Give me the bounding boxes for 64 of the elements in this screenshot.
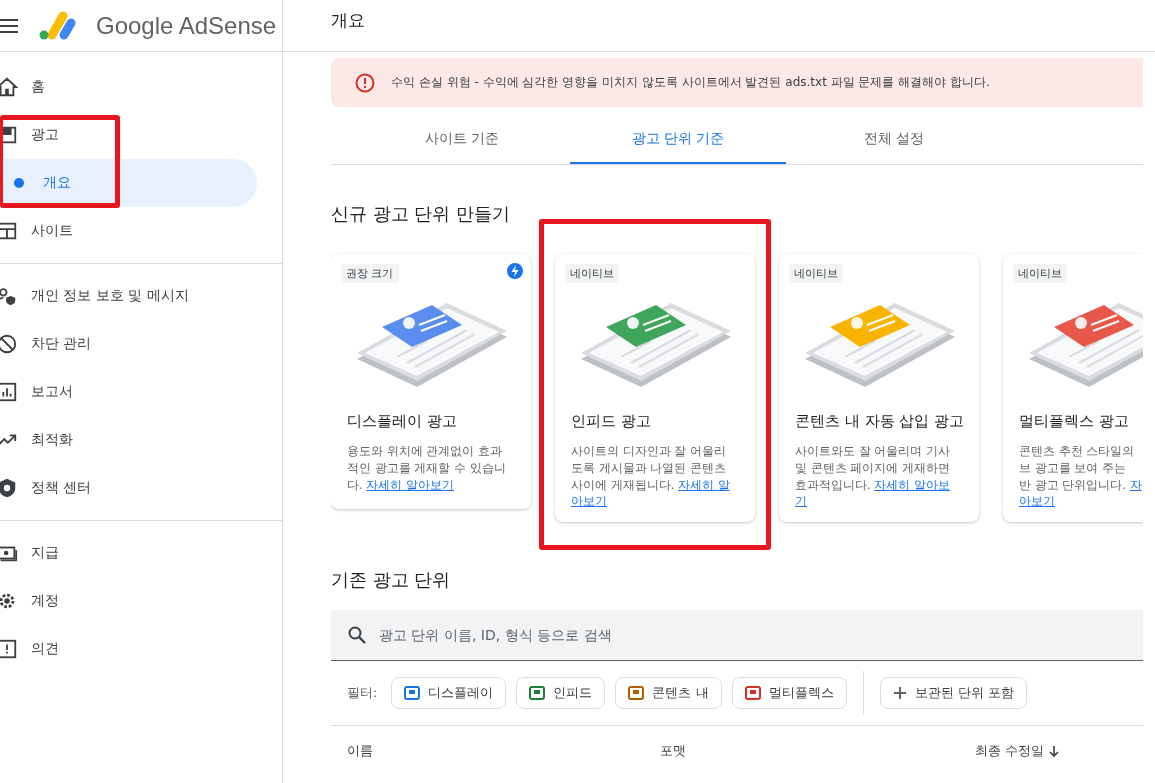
- nav-item[interactable]: 보고서: [0, 368, 282, 416]
- card-title: 인피드 광고: [571, 411, 652, 432]
- ad-type-card[interactable]: 네이티브 콘텐츠 내 자동 삽입 광고 사이트와도 잘 어울리며 기사 및 콘텐츠 페이지에 게재하면 효과적입니다. 자세히 알아보 기: [779, 254, 979, 522]
- column-header: 이름: [347, 742, 373, 758]
- layout-icon: [0, 220, 18, 242]
- learn-more-link[interactable]: 자세히 알아보: [874, 477, 950, 492]
- ad-box-icon: [0, 124, 18, 146]
- nav-item[interactable]: 정책 센터: [0, 464, 282, 512]
- block-icon: [0, 333, 18, 355]
- alert-text: 수익 손실 위험 - 수익에 심각한 영향을 미치지 않도록 사이트에서 발견된 ads.txt 파일 문제를 해결해야 합니다.: [391, 74, 990, 91]
- search-field[interactable]: 광고 단위 이름, ID, 형식 등으로 검색: [331, 609, 1143, 661]
- card-title: 멀티플렉스 광고: [1019, 411, 1130, 432]
- section-heading: 기존 광고 단위: [331, 567, 452, 592]
- menu-icon[interactable]: [0, 18, 18, 33]
- tab[interactable]: 사이트 기준: [354, 115, 570, 164]
- nav-item[interactable]: 계정: [0, 577, 282, 625]
- ad-type-card[interactable]: 네이티브 인피드 광고 사이트의 디자인과 잘 어울리 도록 게시물과 나열된 콘텐츠 사이에 게재됩니다. 자세히 알 아보기: [555, 254, 755, 522]
- ad-type-card[interactable]: 권장 크기 디스플레이 광고 용도와 위치에 관계없이 효과 적인 광고를 게재할 수 있습니 다. 자세히 알아보기: [331, 254, 531, 509]
- filter-chip[interactable]: 멀티플렉스: [731, 676, 847, 709]
- tab[interactable]: 전체 설정: [786, 115, 1002, 164]
- person-shield-icon: [0, 285, 18, 307]
- ad-type-card[interactable]: 네이티브 멀티플렉스 광고 콘텐츠 추천 스타일의 브 광고를 보여 주는 반 광고 단위입니다. 자 아보기: [1003, 254, 1143, 522]
- nav-item[interactable]: 홈: [0, 63, 282, 111]
- badge: 권장 크기: [341, 264, 399, 283]
- nav-item[interactable]: 지급: [0, 529, 282, 577]
- nav-item[interactable]: 사이트: [0, 207, 282, 255]
- tab[interactable]: 광고 단위 기준: [570, 115, 786, 164]
- badge: 네이티브: [565, 264, 619, 283]
- plus-icon: [892, 685, 907, 700]
- learn-more-link[interactable]: 기: [795, 494, 807, 509]
- nav-item[interactable]: 광고: [0, 111, 282, 159]
- learn-more-link[interactable]: 자: [1129, 477, 1142, 492]
- feedback-icon: [0, 638, 18, 660]
- learn-more-link[interactable]: 아보기: [571, 494, 607, 509]
- learn-more-link[interactable]: 자세히 알아보기: [366, 477, 454, 492]
- nav-item[interactable]: 최적화: [0, 416, 282, 464]
- filter-label: 필터:: [347, 683, 378, 702]
- card-description: 용도와 위치에 관계없이 효과 적인 광고를 게재할 수 있습니 다. 자세히 알아보기: [347, 443, 507, 494]
- archived-filter-chip[interactable]: 보관된 단위 포함: [879, 676, 1027, 709]
- logo-icon: [38, 10, 76, 41]
- home-icon: [0, 76, 18, 98]
- badge: 네이티브: [789, 264, 843, 283]
- page-title: 개요: [331, 9, 365, 32]
- learn-more-link[interactable]: 자세히 알: [677, 477, 730, 492]
- section-heading: 신규 광고 단위 만들기: [331, 202, 512, 226]
- column-header: 포맷: [660, 742, 686, 758]
- nav-item[interactable]: 차단 관리: [0, 320, 282, 368]
- filter-chip[interactable]: 인피드: [516, 676, 606, 709]
- error-icon: [355, 72, 375, 93]
- bar-chart-icon: [0, 381, 18, 403]
- product-name: Google AdSense: [96, 11, 277, 40]
- card-description: 사이트와도 잘 어울리며 기사 및 콘텐츠 페이지에 게재하면 효과적입니다. 자세히 알아보 기: [795, 443, 951, 510]
- badge: 네이티브: [1013, 264, 1067, 283]
- card-description: 사이트의 디자인과 잘 어울리 도록 게시물과 나열된 콘텐츠 사이에 게재됩니다. 자세히 알 아보기: [571, 443, 731, 510]
- card-description: 콘텐츠 추천 스타일의 브 광고를 보여 주는 반 광고 단위입니다. 자 아보기: [1019, 443, 1143, 510]
- filter-chip[interactable]: 디스플레이: [391, 676, 507, 709]
- learn-more-link[interactable]: 아보기: [1019, 494, 1055, 509]
- column-header[interactable]: 최종 수정일: [975, 741, 1061, 760]
- filter-chip[interactable]: 콘텐츠 내: [615, 676, 722, 709]
- nav-subitem[interactable]: 개요: [0, 159, 257, 207]
- nav-item[interactable]: 의견: [0, 625, 282, 673]
- card-title: 디스플레이 광고: [347, 411, 458, 432]
- card-title: 콘텐츠 내 자동 삽입 광고: [795, 411, 966, 432]
- nav-item[interactable]: 개인 정보 보호 및 메시지: [0, 272, 282, 320]
